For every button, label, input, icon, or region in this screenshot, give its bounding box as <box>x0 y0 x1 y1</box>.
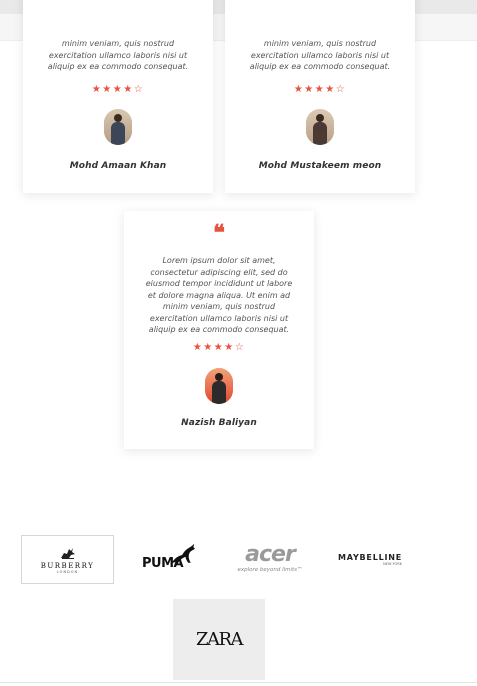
divider <box>0 682 477 683</box>
star-rating: ★★★★☆ <box>192 341 246 353</box>
acer-logo[interactable]: acer explore beyond limits™ <box>226 540 314 576</box>
brand-tagline: explore beyond limits™ <box>237 566 303 573</box>
avatar <box>104 109 132 145</box>
brand-name: BURBERRY <box>40 561 95 570</box>
burberry-knight-icon <box>60 547 75 559</box>
quote-icon: ❝ <box>213 220 225 246</box>
brand-name: acer <box>245 541 296 567</box>
reviewer-name: Mohd Amaan Khan <box>69 161 167 171</box>
avatar <box>306 109 334 145</box>
testimonial-card: minim veniam, quis nostrud exercitation … <box>23 0 213 193</box>
reviewer-name: Mohd Mustakeem meon <box>258 161 382 171</box>
puma-cat-icon <box>171 543 195 566</box>
brand-name: MAYBELLINE <box>337 552 403 562</box>
avatar <box>205 367 233 404</box>
brand-sub: LONDON <box>56 569 79 574</box>
puma-logo[interactable]: PUMA <box>140 540 198 576</box>
testimonial-text: minim veniam, quis nostrud exercitation … <box>249 39 391 71</box>
testimonial-text: Lorem ipsum dolor sit amet, consectetur … <box>145 256 293 334</box>
star-rating: ★★★★☆ <box>293 84 347 95</box>
burberry-logo[interactable]: BURBERRY LONDON <box>21 535 114 584</box>
brand-name: ZARA <box>195 629 244 650</box>
testimonials-page: minim veniam, quis nostrud exercitation … <box>0 0 477 686</box>
reviewer-name: Nazish Baliyan <box>181 417 257 428</box>
star-rating: ★★★★☆ <box>91 84 145 95</box>
testimonial-card: minim veniam, quis nostrud exercitation … <box>225 0 415 193</box>
maybelline-logo[interactable]: MAYBELLINE NEW YORK <box>332 548 408 570</box>
zara-logo[interactable]: ZARA <box>173 599 265 680</box>
testimonial-text: minim veniam, quis nostrud exercitation … <box>47 39 189 71</box>
testimonial-card: ❝ Lorem ipsum dolor sit amet, consectetu… <box>124 211 314 449</box>
brand-sub: NEW YORK <box>383 561 402 566</box>
